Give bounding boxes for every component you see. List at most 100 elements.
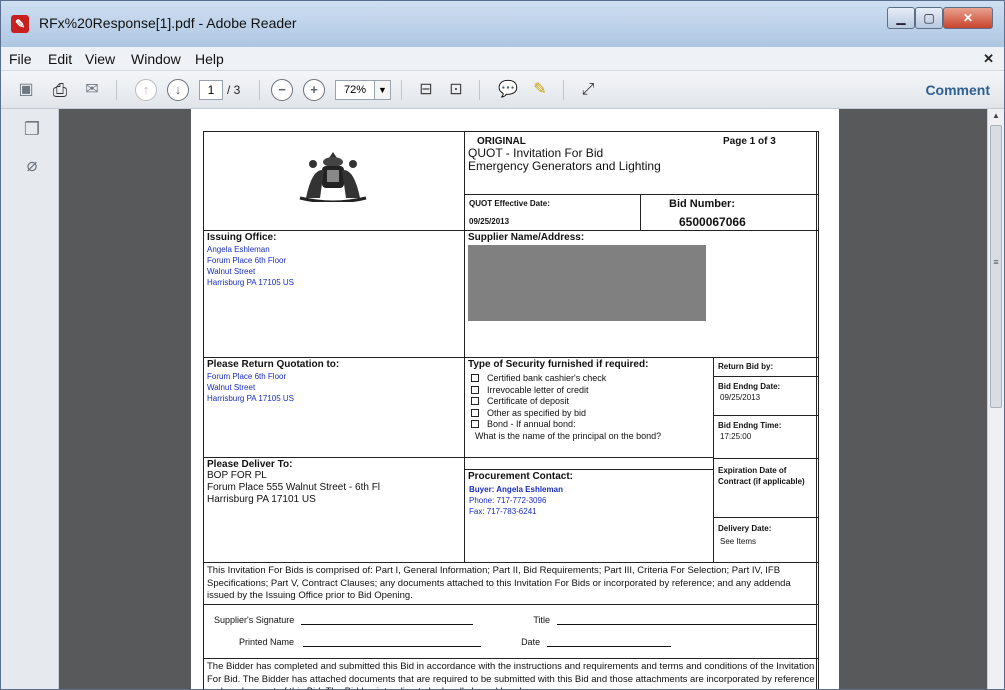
bid-number-cell: Bid Number: 6500067066 [640, 194, 819, 231]
signature-row: Supplier's Signature Title [214, 615, 817, 625]
expiration-cell: Expiration Date of Contract (if applicab… [713, 458, 819, 518]
zoom-dropdown-icon[interactable]: ▼ [375, 80, 391, 100]
issuing-office-label: Issuing Office: [207, 232, 277, 243]
bid-title: QUOT - Invitation For Bid [468, 146, 604, 160]
effective-date-value: 09/25/2013 [469, 217, 510, 226]
signature-line[interactable] [300, 616, 473, 625]
security-option: Certificate of deposit [471, 396, 661, 408]
printed-name-line[interactable] [302, 638, 481, 647]
previous-page-icon[interactable]: ↑ [135, 79, 157, 101]
procurement-contact-cell: Procurement Contact: Buyer: Angela Eshle… [464, 469, 714, 563]
delivery-date-value: See Items [720, 537, 757, 546]
bid-subject: Emergency Generators and Lighting [468, 159, 661, 173]
toolbar-separator [259, 80, 260, 100]
return-address-line: Walnut Street [207, 383, 256, 392]
title-label: Title [533, 615, 550, 625]
buyer-phone: Phone: 717-772-3096 [469, 496, 547, 505]
signature-cell: Supplier's Signature Title Printed Name … [203, 604, 819, 659]
toolbar: ▣ ⎙ ✉ ↑ ↓ / 3 − + 72% ▼ ⊟ ⊡ 💬 ✎ ⤢ Commen… [1, 71, 1004, 109]
page-total: / 3 [227, 83, 241, 97]
bidder-statement-text: The Bidder has completed and submitted t… [207, 661, 815, 689]
page-number-input[interactable] [199, 80, 223, 100]
effective-date-cell: QUOT Effective Date: 09/25/2013 [464, 194, 641, 231]
close-document-icon[interactable]: ✕ [983, 51, 994, 67]
checkbox[interactable] [471, 374, 479, 382]
deliver-to-line: Harrisburg PA 17101 US [207, 494, 316, 505]
return-quotation-cell: Please Return Quotation to: Forum Place … [203, 357, 465, 458]
checkbox[interactable] [471, 385, 479, 394]
issuing-office-line: Forum Place 6th Floor [207, 256, 287, 265]
email-icon[interactable]: ✉ [81, 79, 103, 101]
document-view: ORIGINAL Page 1 of 3 QUOT - Invitation F… [59, 109, 987, 689]
bid-form: ORIGINAL Page 1 of 3 QUOT - Invitation F… [203, 131, 819, 689]
return-quotation-label: Please Return Quotation to: [207, 359, 340, 370]
bid-end-time-label: Bid Endng Time: [718, 421, 782, 430]
page-indicator: Page 1 of 3 [723, 136, 776, 147]
maximize-button[interactable]: ▢ [915, 7, 943, 29]
deliver-to-line: Forum Place 555 Walnut Street - 6th Fl [207, 482, 381, 493]
issuing-office-line: Walnut Street [207, 267, 256, 276]
fit-page-icon[interactable]: ⊟ [415, 79, 437, 101]
procurement-label: Procurement Contact: [468, 471, 574, 482]
sticky-note-icon[interactable]: 💬 [497, 79, 519, 101]
buyer-name: Buyer: Angela Eshleman [469, 485, 563, 494]
seal-cell [203, 131, 465, 231]
checkbox[interactable] [471, 397, 479, 405]
date-line[interactable] [546, 638, 671, 647]
bid-number-label: Bid Number: [669, 198, 735, 210]
deliver-to-cell: Please Deliver To: BOP FOR PL Forum Plac… [203, 457, 465, 563]
highlight-icon[interactable]: ✎ [529, 79, 551, 101]
page-thumbnails-icon[interactable]: ❐ [21, 119, 43, 143]
minimize-button[interactable]: ▁ [887, 7, 915, 29]
signature-label: Supplier's Signature [214, 615, 295, 625]
menu-bar: File Edit View Window Help ✕ [1, 47, 1004, 71]
supplier-label: Supplier Name/Address: [468, 232, 585, 243]
return-bid-cell: Return Bid by: [713, 357, 819, 377]
security-cell: Type of Security furnished if required: … [464, 357, 714, 458]
bid-end-time-cell: Bid Endng Time: 17:25:00 [713, 415, 819, 459]
menu-view[interactable]: View [85, 51, 115, 67]
menu-window[interactable]: Window [131, 51, 181, 67]
checkbox[interactable] [471, 420, 479, 428]
scroll-up-icon[interactable]: ▲ [988, 111, 1004, 123]
bid-title-cell: ORIGINAL Page 1 of 3 QUOT - Invitation F… [464, 131, 819, 195]
comment-pane-link[interactable]: Comment [925, 82, 990, 98]
bidder-statement-cell: The Bidder has completed and submitted t… [203, 658, 819, 689]
return-address-line: Forum Place 6th Floor [207, 372, 287, 381]
security-option: Irrevocable letter of credit [471, 385, 661, 397]
attachments-icon[interactable]: ⌀ [21, 155, 43, 179]
zoom-level-input[interactable]: 72% [335, 80, 375, 100]
checkbox[interactable] [471, 408, 479, 417]
issuing-office-line: Angela Eshleman [207, 245, 270, 254]
return-bid-label: Return Bid by: [718, 362, 774, 371]
next-page-icon[interactable]: ↓ [167, 79, 189, 101]
effective-date-label: QUOT Effective Date: [469, 199, 550, 208]
toolbar-separator [479, 80, 480, 100]
bid-end-date-cell: Bid Endng Date: 09/25/2013 [713, 376, 819, 416]
vertical-scrollbar[interactable]: ▲ ≡ [987, 109, 1004, 689]
bid-end-date-label: Bid Endng Date: [718, 382, 781, 391]
menu-help[interactable]: Help [195, 51, 224, 67]
zoom-out-icon[interactable]: − [271, 79, 293, 101]
composition-text: This Invitation For Bids is comprised of… [207, 565, 791, 601]
security-option: Other as specified by bid [471, 408, 661, 420]
delivery-date-cell: Delivery Date: See Items [713, 517, 819, 563]
save-icon[interactable]: ▣ [15, 79, 37, 101]
menu-file[interactable]: File [9, 51, 32, 67]
toolbar-separator [116, 80, 117, 100]
fit-width-icon[interactable]: ⊡ [445, 79, 467, 101]
print-icon[interactable]: ⎙ [49, 79, 71, 101]
return-address-line: Harrisburg PA 17105 US [207, 394, 295, 403]
bid-end-date-value: 09/25/2013 [720, 393, 761, 402]
close-button[interactable]: ✕ [943, 7, 993, 29]
title-line[interactable] [556, 616, 817, 625]
delivery-date-label: Delivery Date: [718, 524, 772, 533]
menu-edit[interactable]: Edit [48, 51, 72, 67]
zoom-in-icon[interactable]: + [303, 79, 325, 101]
buyer-fax: Fax: 717-783-6241 [469, 507, 537, 516]
printed-name-label: Printed Name [239, 637, 295, 647]
pennsylvania-seal-logo [299, 152, 367, 202]
supplier-cell: Supplier Name/Address: [464, 230, 819, 358]
window-title: RFx%20Response[1].pdf - Adobe Reader [39, 15, 297, 31]
full-screen-icon[interactable]: ⤢ [577, 79, 599, 101]
